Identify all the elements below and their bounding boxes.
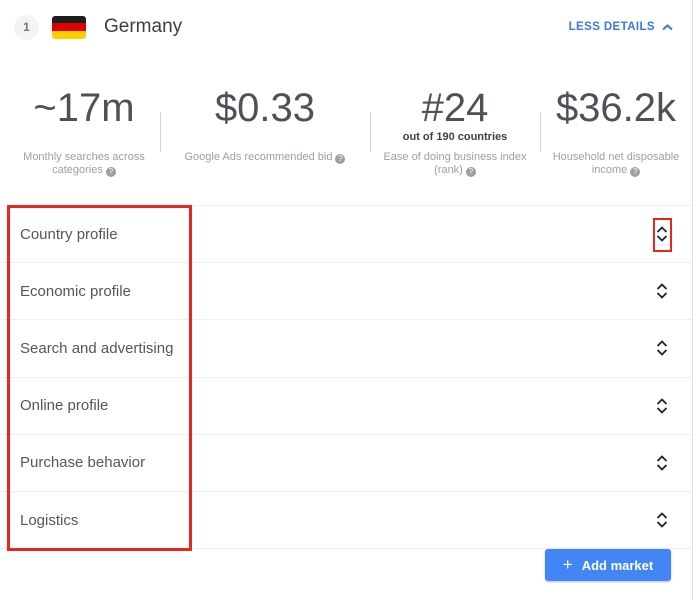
- section-row-purchase-behavior[interactable]: Purchase behavior: [0, 434, 692, 491]
- stat-disposable-income: $36.2k Household net disposable income?: [540, 86, 692, 177]
- stat-value: ~17m: [33, 86, 134, 130]
- section-row-economic-profile[interactable]: Economic profile: [0, 262, 692, 319]
- section-label: Country profile: [20, 226, 656, 243]
- section-label: Logistics: [20, 512, 656, 529]
- stat-label-text: Google Ads recommended bid: [185, 151, 333, 163]
- stat-value: $0.33: [215, 86, 315, 130]
- market-stats-row: ~17m Monthly searches across categories?…: [8, 86, 692, 177]
- unfold-icon: [656, 283, 668, 299]
- add-market-label: Add market: [582, 558, 654, 573]
- market-header: 1 Germany LESS DETAILS: [0, 12, 692, 42]
- less-details-label: LESS DETAILS: [569, 21, 655, 33]
- unfold-icon: [656, 398, 668, 414]
- flag-stripe: [52, 31, 86, 39]
- unfold-icon: [656, 340, 668, 356]
- stat-label: Ease of doing business index (rank)?: [370, 151, 540, 177]
- flag-stripe: [52, 16, 86, 24]
- help-icon[interactable]: ?: [630, 167, 640, 177]
- section-row-logistics[interactable]: Logistics: [0, 491, 692, 548]
- stat-recommended-bid: $0.33 Google Ads recommended bid?: [160, 86, 370, 177]
- unfold-icon: [656, 226, 668, 242]
- section-row-online-profile[interactable]: Online profile: [0, 377, 692, 434]
- flag-stripe: [52, 23, 86, 31]
- unfold-icon: [656, 512, 668, 528]
- help-icon[interactable]: ?: [466, 167, 476, 177]
- stat-value: #24: [422, 86, 489, 130]
- stat-label-text: Household net disposable income: [553, 151, 680, 176]
- section-row-country-profile[interactable]: Country profile: [0, 205, 692, 262]
- help-icon[interactable]: ?: [106, 167, 116, 177]
- plus-icon: +: [563, 556, 573, 573]
- chevron-up-icon: [662, 24, 673, 31]
- section-label: Economic profile: [20, 283, 656, 300]
- stat-value: $36.2k: [556, 86, 676, 130]
- less-details-button[interactable]: LESS DETAILS: [569, 21, 673, 33]
- help-icon[interactable]: ?: [335, 154, 345, 164]
- section-label: Purchase behavior: [20, 454, 656, 471]
- stat-label: Monthly searches across categories?: [9, 151, 159, 177]
- section-row-search-and-advertising[interactable]: Search and advertising: [0, 319, 692, 376]
- stat-ease-of-business: #24 out of 190 countries Ease of doing b…: [370, 86, 540, 177]
- card-right-border: [692, 0, 693, 600]
- stat-label: Google Ads recommended bid?: [160, 151, 370, 164]
- stat-label: Household net disposable income?: [546, 151, 686, 177]
- country-title: Germany: [104, 16, 182, 38]
- add-market-button[interactable]: + Add market: [545, 549, 671, 581]
- unfold-icon: [656, 455, 668, 471]
- section-label: Search and advertising: [20, 340, 656, 357]
- stat-label-text: Ease of doing business index (rank): [383, 151, 526, 176]
- section-label: Online profile: [20, 397, 656, 414]
- stat-label-text: Monthly searches across categories: [23, 151, 145, 176]
- stat-monthly-searches: ~17m Monthly searches across categories?: [8, 86, 160, 177]
- section-list: Country profile Economic profile Search …: [0, 205, 692, 549]
- rank-badge: 1: [14, 15, 39, 40]
- stat-subvalue: out of 190 countries: [403, 130, 508, 147]
- germany-flag-icon: [52, 16, 86, 39]
